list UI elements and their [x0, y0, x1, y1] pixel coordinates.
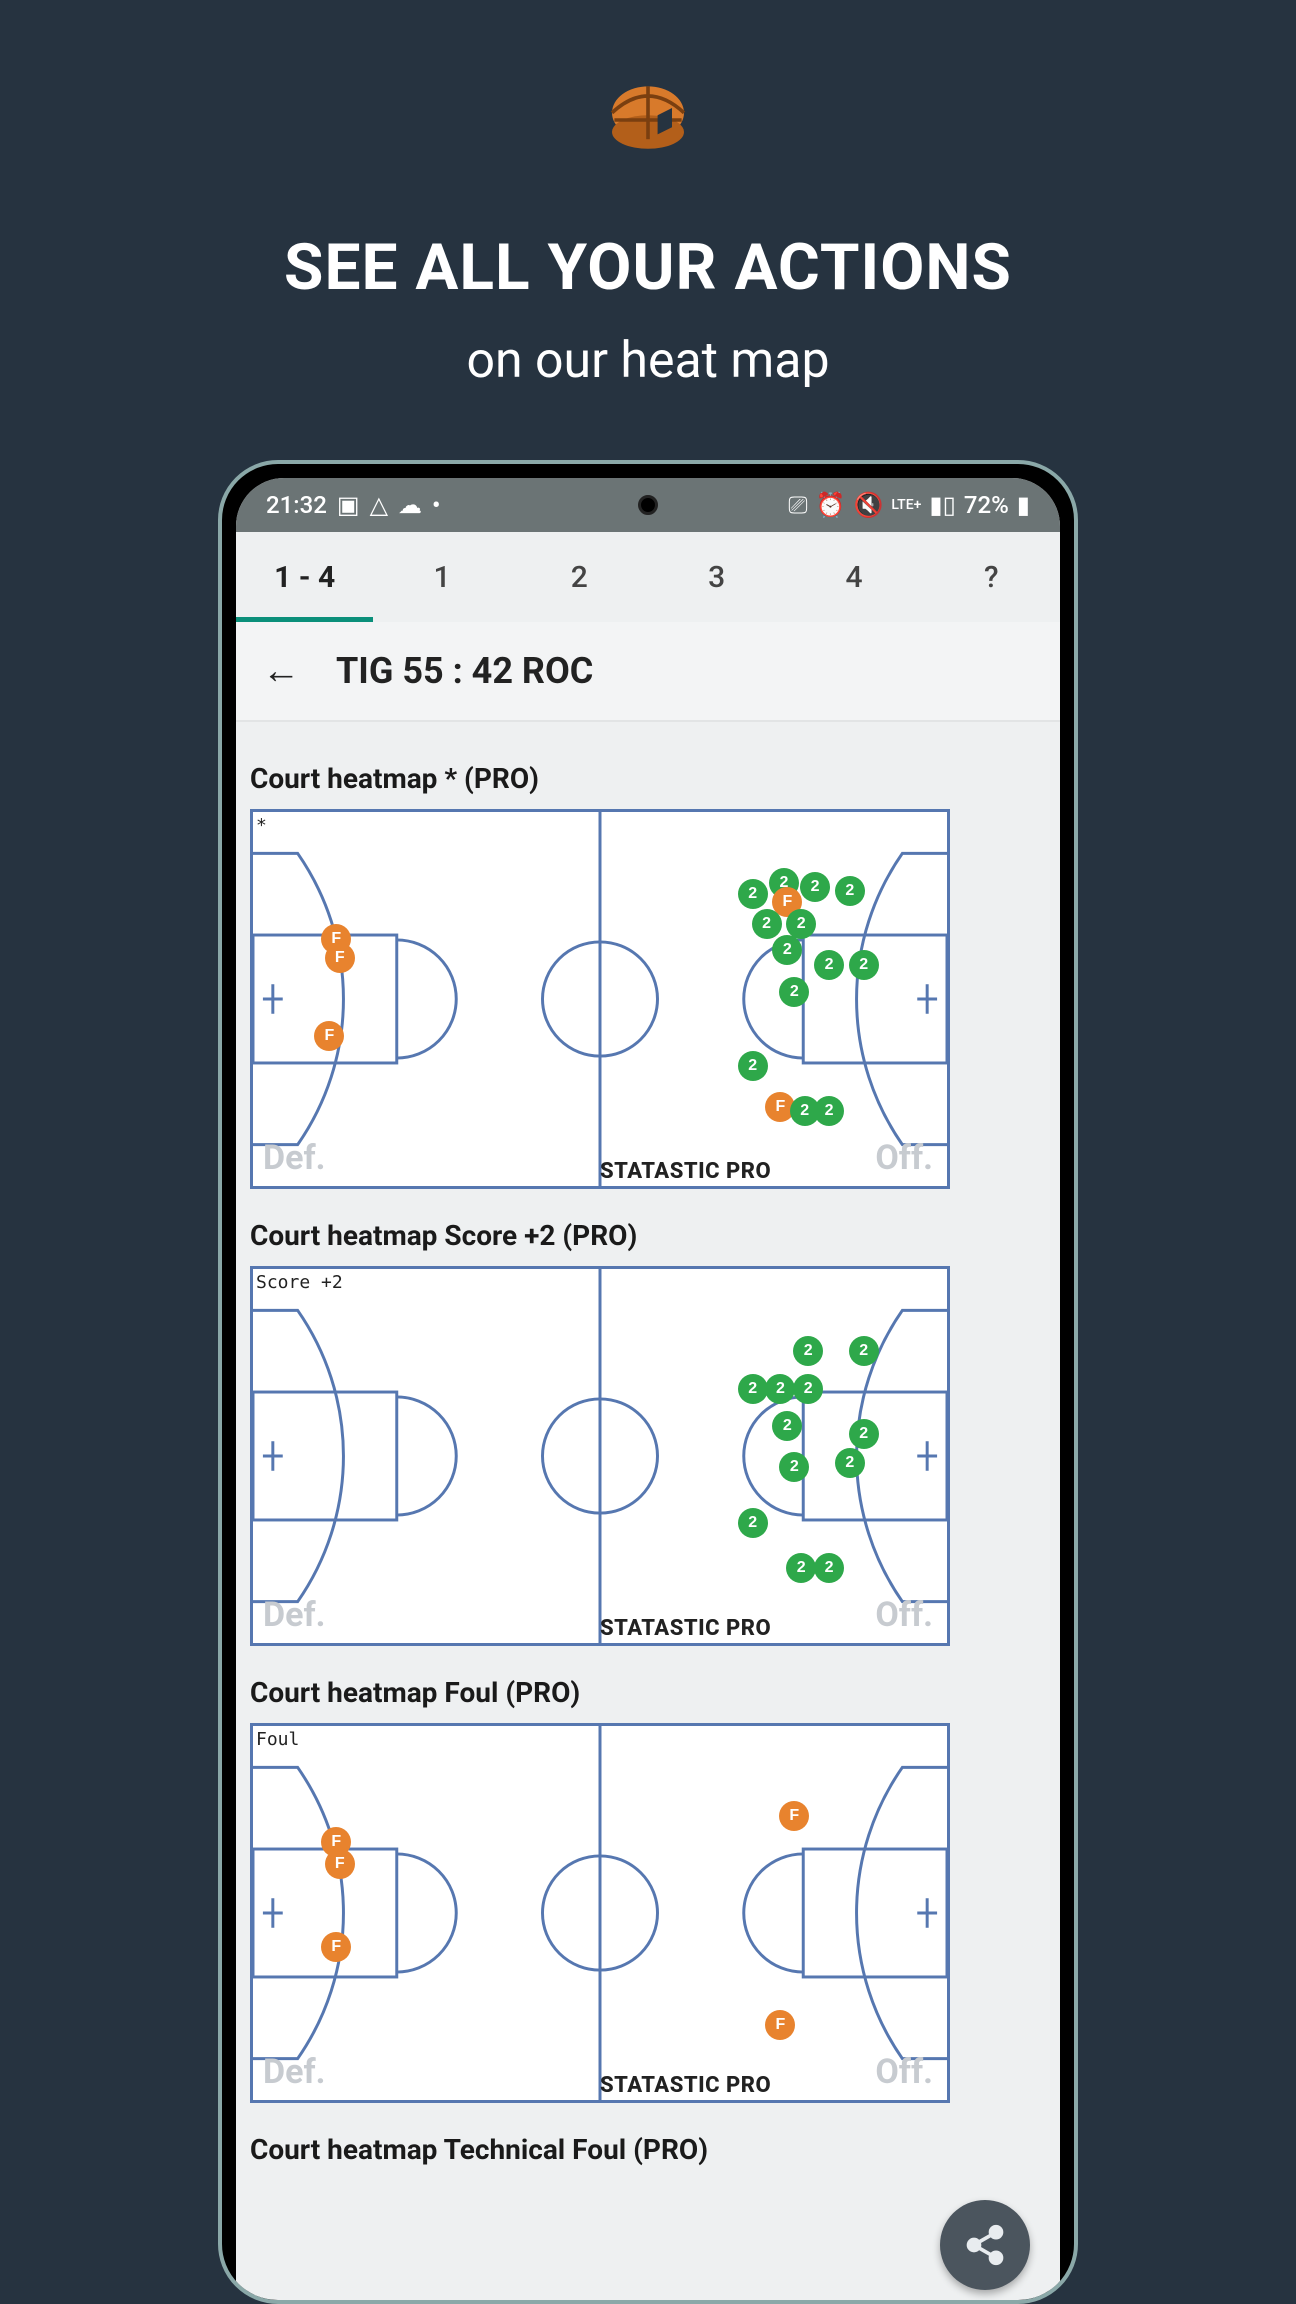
- section-title: Court heatmap Foul (PRO): [250, 1676, 1050, 1709]
- field-tag: Foul: [256, 1729, 299, 1750]
- signal-icon: ▮▯: [929, 491, 955, 519]
- tab-quarter[interactable]: 1: [373, 532, 510, 622]
- marker-foul[interactable]: F: [779, 1801, 809, 1831]
- phone-frame: 21:32 ▣ △ ☁ • ⎚ ⏰ 🔇 LTE+ ▮▯ 72% ▮ 1 - 41…: [218, 460, 1078, 2304]
- marker-foul[interactable]: F: [321, 1932, 351, 1962]
- score-title: TIG 55 : 42 ROC: [336, 650, 593, 692]
- tab-quarter[interactable]: 1 - 4: [236, 532, 373, 622]
- marker-score[interactable]: 2: [738, 1508, 768, 1538]
- tab-quarter[interactable]: 2: [511, 532, 648, 622]
- cloud-icon: △: [370, 491, 388, 519]
- card-icon: ⎚: [788, 491, 807, 519]
- tab-quarter[interactable]: 3: [648, 532, 785, 622]
- basketball-logo-icon: [588, 60, 708, 184]
- marker-foul[interactable]: F: [765, 2010, 795, 2040]
- court-heatmap[interactable]: Def.Off.STATASTIC PRO *FFF2222F2222222F2…: [250, 809, 950, 1189]
- back-button[interactable]: ←: [256, 646, 306, 696]
- field-tag: Score +2: [256, 1272, 343, 1293]
- quarter-tabs: 1 - 41234?: [236, 532, 1060, 622]
- marker-score[interactable]: 2: [738, 1374, 768, 1404]
- statusbar: 21:32 ▣ △ ☁ • ⎚ ⏰ 🔇 LTE+ ▮▯ 72% ▮: [236, 478, 1060, 532]
- brand-label: STATASTIC PRO: [600, 1159, 771, 1184]
- marker-score[interactable]: 2: [738, 879, 768, 909]
- marker-score[interactable]: 2: [835, 876, 865, 906]
- promo-title: SEE ALL YOUR ACTIONS: [0, 230, 1296, 305]
- title-bar: ← TIG 55 : 42 ROC: [236, 622, 1060, 722]
- section-title: Court heatmap Technical Foul (PRO): [250, 2133, 1050, 2166]
- marker-score[interactable]: 2: [786, 909, 816, 939]
- gallery-icon: ▣: [337, 491, 360, 519]
- marker-score[interactable]: 2: [752, 909, 782, 939]
- status-time: 21:32: [266, 491, 327, 519]
- front-camera: [638, 495, 658, 515]
- share-button[interactable]: [940, 2200, 1030, 2290]
- marker-score[interactable]: 2: [738, 1051, 768, 1081]
- marker-foul[interactable]: F: [314, 1021, 344, 1051]
- def-label: Def.: [263, 1138, 326, 1178]
- brand-label: STATASTIC PRO: [600, 1616, 771, 1641]
- marker-score[interactable]: 2: [849, 950, 879, 980]
- marker-score[interactable]: 2: [793, 1336, 823, 1366]
- marker-score[interactable]: 2: [849, 1419, 879, 1449]
- court-heatmap[interactable]: Def.Off.STATASTIC PRO FoulFFFFF: [250, 1723, 950, 2103]
- field-tag: *: [256, 815, 267, 836]
- marker-score[interactable]: 2: [793, 1374, 823, 1404]
- court-heatmap[interactable]: Def.Off.STATASTIC PRO Score +22222222222…: [250, 1266, 950, 1646]
- marker-foul[interactable]: F: [325, 943, 355, 973]
- off-label: Off.: [875, 2052, 933, 2092]
- marker-score[interactable]: 2: [814, 1096, 844, 1126]
- dot-icon: •: [432, 491, 440, 519]
- section-title: Court heatmap Score +2 (PRO): [250, 1219, 1050, 1252]
- brand-label: STATASTIC PRO: [600, 2073, 771, 2098]
- tab-quarter[interactable]: ?: [923, 532, 1060, 622]
- marker-foul[interactable]: F: [325, 1849, 355, 1879]
- off-label: Off.: [875, 1595, 933, 1635]
- promo-subtitle: on our heat map: [0, 332, 1296, 390]
- marker-score[interactable]: 2: [849, 1336, 879, 1366]
- marker-score[interactable]: 2: [814, 1553, 844, 1583]
- marker-score[interactable]: 2: [772, 935, 802, 965]
- weather-icon: ☁: [398, 491, 422, 519]
- marker-score[interactable]: 2: [835, 1448, 865, 1478]
- content-scroll[interactable]: Court heatmap * (PRO) Def. Off. STATASTIC …: [236, 722, 1060, 2166]
- battery-label: 72%: [964, 491, 1009, 519]
- marker-score[interactable]: 2: [772, 1411, 802, 1441]
- marker-score[interactable]: 2: [779, 977, 809, 1007]
- mute-icon: 🔇: [853, 491, 883, 519]
- marker-score[interactable]: 2: [786, 1553, 816, 1583]
- network-label: LTE+: [891, 497, 921, 513]
- off-label: Off.: [875, 1138, 933, 1178]
- alarm-icon: ⏰: [816, 491, 846, 519]
- def-label: Def.: [263, 2052, 326, 2092]
- section-title: Court heatmap * (PRO): [250, 762, 1050, 795]
- marker-score[interactable]: 2: [779, 1452, 809, 1482]
- def-label: Def.: [263, 1595, 326, 1635]
- marker-score[interactable]: 2: [800, 872, 830, 902]
- marker-score[interactable]: 2: [814, 950, 844, 980]
- battery-icon: ▮: [1017, 491, 1030, 519]
- tab-quarter[interactable]: 4: [785, 532, 922, 622]
- marker-score[interactable]: 2: [765, 1374, 795, 1404]
